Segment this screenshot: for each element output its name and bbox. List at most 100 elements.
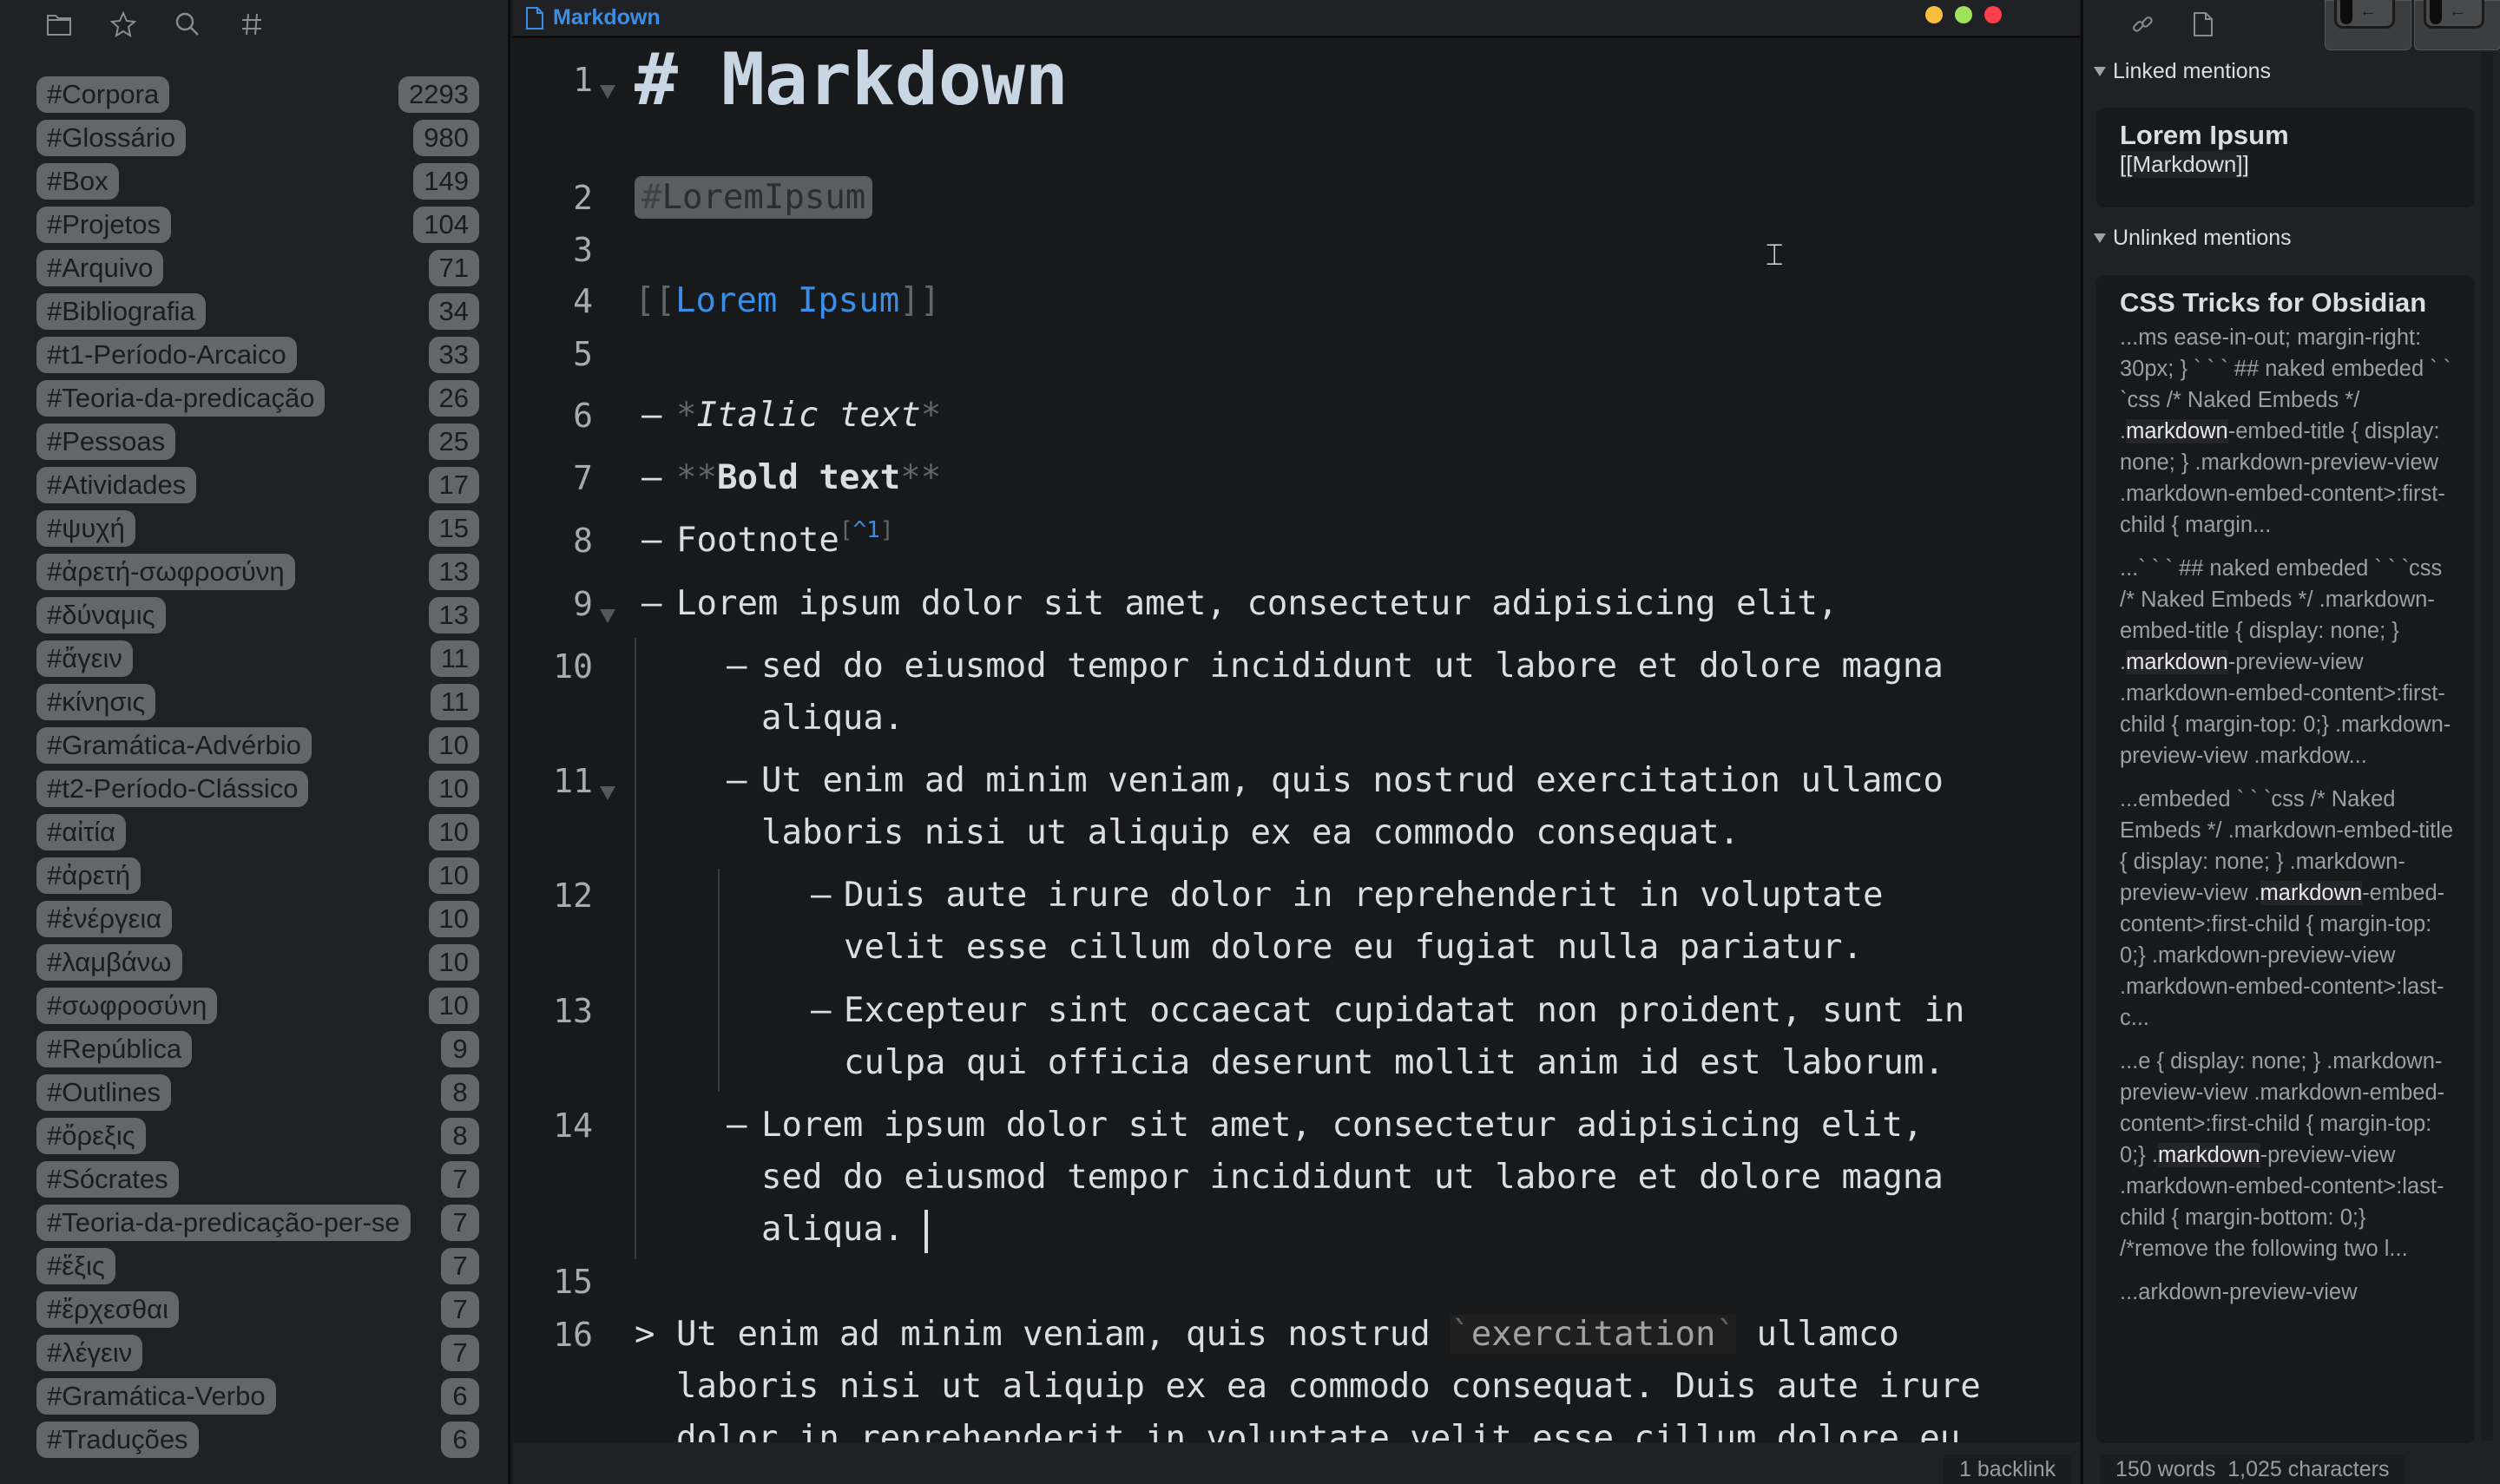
tag-row[interactable]: #σωφροσύνη 10 [36,984,479,1028]
tag-row[interactable]: #κίνησις 11 [36,680,479,724]
tag-row[interactable]: #t2-Período-Clássico 10 [36,767,479,811]
tag-label[interactable]: #κίνησις [36,684,156,720]
unlinked-mentions-header[interactable]: Unlinked mentions [2094,226,2292,251]
linked-mentions-header[interactable]: Linked mentions [2094,59,2271,84]
tag-label[interactable]: #ὄρεξις [36,1118,146,1154]
tag-label[interactable]: #República [36,1031,193,1067]
tag-label[interactable]: #ἀρετή-σωφροσύνη [36,554,295,590]
tag-row[interactable]: #Traduções 6 [36,1418,479,1461]
tag-label[interactable]: #σωφροσύνη [36,988,218,1024]
mention-snippet[interactable]: ...e { display: none; } .markdown-previe… [2120,1046,2456,1264]
tag-row[interactable]: #Gramática-Verbo 6 [36,1375,479,1418]
tag-row[interactable]: #λέγειν 7 [36,1331,479,1375]
tag-row[interactable]: #Corpora 2293 [36,73,479,116]
tag-row[interactable]: #δύναμις 13 [36,594,479,637]
collapse-right-button[interactable]: ← [2414,0,2500,50]
tag-label[interactable]: #Traduções [36,1422,199,1458]
tag-row[interactable]: #Bibliografia 34 [36,290,479,333]
linked-mention-card[interactable]: Lorem Ipsum [[Markdown]] [2096,108,2475,207]
link-icon[interactable] [2127,9,2158,40]
hash-icon[interactable] [236,9,267,40]
editor-line[interactable]: 7 – **Bold text** [513,452,2080,504]
tag-row[interactable]: #ἀρετή-σωφροσύνη 13 [36,550,479,594]
mention-snippet[interactable]: ...` ` ` ## naked embeded ` ` `css /* Na… [2120,553,2456,772]
tag-label[interactable]: #Teoria-da-predicação-per-se [36,1205,411,1241]
tag-row[interactable]: #ἄγειν 11 [36,637,479,680]
editor-line[interactable]: 8 – Footnote[^1] [513,515,2080,570]
close-button[interactable] [1984,6,2002,23]
unlinked-mention-card[interactable]: CSS Tricks for Obsidian ...ms ease-in-ou… [2096,275,2475,1443]
tag-label[interactable]: #λαμβάνω [36,944,182,981]
folder-icon[interactable] [43,9,75,40]
tag-label[interactable]: #Projetos [36,207,171,243]
mention-snippet[interactable]: ...embeded ` ` `css /* Naked Embeds */ .… [2120,784,2456,1034]
star-icon[interactable] [108,9,139,40]
tag-label[interactable]: #δύναμις [36,597,166,634]
footnote-ref[interactable]: [^1] [839,517,894,543]
tag-label[interactable]: #ἄγειν [36,640,133,677]
tag-label[interactable]: #Corpora [36,76,170,113]
tag-row[interactable]: #ἕξις 7 [36,1244,479,1288]
editor-line[interactable]: 13 – Excepteur sint occaecat cupidatat no… [513,985,2080,1089]
tag-row[interactable]: #ψυχή 15 [36,507,479,550]
tag-label[interactable]: #Box [36,163,119,200]
tag-row[interactable]: #Arquivo 71 [36,246,479,290]
scrollbar[interactable] [2481,52,2493,1441]
tag-label[interactable]: #ψυχή [36,510,135,547]
internal-link[interactable]: Lorem Ipsum [675,281,899,320]
editor-line[interactable]: 10 – sed do eiusmod tempor incididunt ut … [513,640,2080,745]
tag-label[interactable]: #Outlines [36,1074,171,1111]
tag-label[interactable]: #ἐνέργεια [36,901,173,937]
tag-label[interactable]: #Atividades [36,467,197,503]
tag-row[interactable]: #Teoria-da-predicação 26 [36,377,479,420]
tag-label[interactable]: #ἔρχεσθαι [36,1291,179,1328]
fold-arrow-icon[interactable] [600,786,615,800]
tag-label[interactable]: #ἕξις [36,1248,115,1284]
tag-row[interactable]: #ἀρετή 10 [36,854,479,897]
editor-line[interactable]: 6 – *Italic text* [513,390,2080,442]
maximize-button[interactable] [1955,6,1972,23]
tag-label[interactable]: #Bibliografia [36,293,206,330]
tag-row[interactable]: #λαμβάνω 10 [36,941,479,984]
fold-arrow-icon[interactable] [600,85,615,99]
tag-row[interactable]: #República 9 [36,1028,479,1071]
tag-row[interactable]: #Box 149 [36,160,479,203]
editor-line[interactable]: 11 – Ut enim ad minim veniam, quis nostru… [513,755,2080,859]
tag-label[interactable]: #Teoria-da-predicação [36,380,326,417]
tag-label[interactable]: #t1-Período-Arcaico [36,337,297,373]
mention-snippet[interactable]: ...arkdown-preview-view [2120,1277,2456,1308]
tag-row[interactable]: #Atividades 17 [36,463,479,507]
tag-label[interactable]: #Arquivo [36,250,164,286]
search-icon[interactable] [172,9,203,40]
file-icon[interactable] [2188,9,2219,40]
tag-label[interactable]: #αἰτία [36,814,127,850]
editor-line[interactable]: 12 – Duis aute irure dolor in reprehender… [513,870,2080,974]
fold-arrow-icon[interactable] [600,609,615,623]
tag-row[interactable]: #ἔρχεσθαι 7 [36,1288,479,1331]
mention-title[interactable]: CSS Tricks for Obsidian [2120,287,2456,318]
tag-label[interactable]: #Pessoas [36,424,176,460]
inline-tag[interactable]: #LoremIpsum [635,176,873,219]
minimize-button[interactable] [1925,6,1943,23]
tag-row[interactable]: #t1-Período-Arcaico 33 [36,333,479,377]
tag-label[interactable]: #t2-Período-Clássico [36,771,309,807]
tag-row[interactable]: #Gramática-Advérbio 10 [36,724,479,767]
tag-label[interactable]: #Sócrates [36,1161,179,1198]
tag-label[interactable]: #λέγειν [36,1335,143,1371]
tag-row[interactable]: #Pessoas 25 [36,420,479,463]
tag-label[interactable]: #Gramática-Advérbio [36,727,312,764]
tag-row[interactable]: #ὄρεξις 8 [36,1114,479,1158]
tag-row[interactable]: #Glossário 980 [36,116,479,160]
editor-line[interactable]: 14 – Lorem ipsum dolor sit amet, consecte… [513,1100,2080,1256]
tag-row[interactable]: #Sócrates 7 [36,1158,479,1201]
mention-title[interactable]: Lorem Ipsum [2120,120,2456,151]
editor-line[interactable]: 9 – Lorem ipsum dolor sit amet, consectet… [513,578,2080,630]
tag-row[interactable]: #αἰτία 10 [36,811,479,854]
tag-row[interactable]: #Teoria-da-predicação-per-se 7 [36,1201,479,1244]
tag-row[interactable]: #Projetos 104 [36,203,479,246]
tag-label[interactable]: #Glossário [36,120,187,156]
tag-label[interactable]: #ἀρετή [36,857,141,894]
backlink-count[interactable]: 1 backlink [1944,1454,2072,1484]
mention-snippet[interactable]: ...ms ease-in-out; margin-right: 30px; }… [2120,322,2456,541]
tag-row[interactable]: #Outlines 8 [36,1071,479,1114]
